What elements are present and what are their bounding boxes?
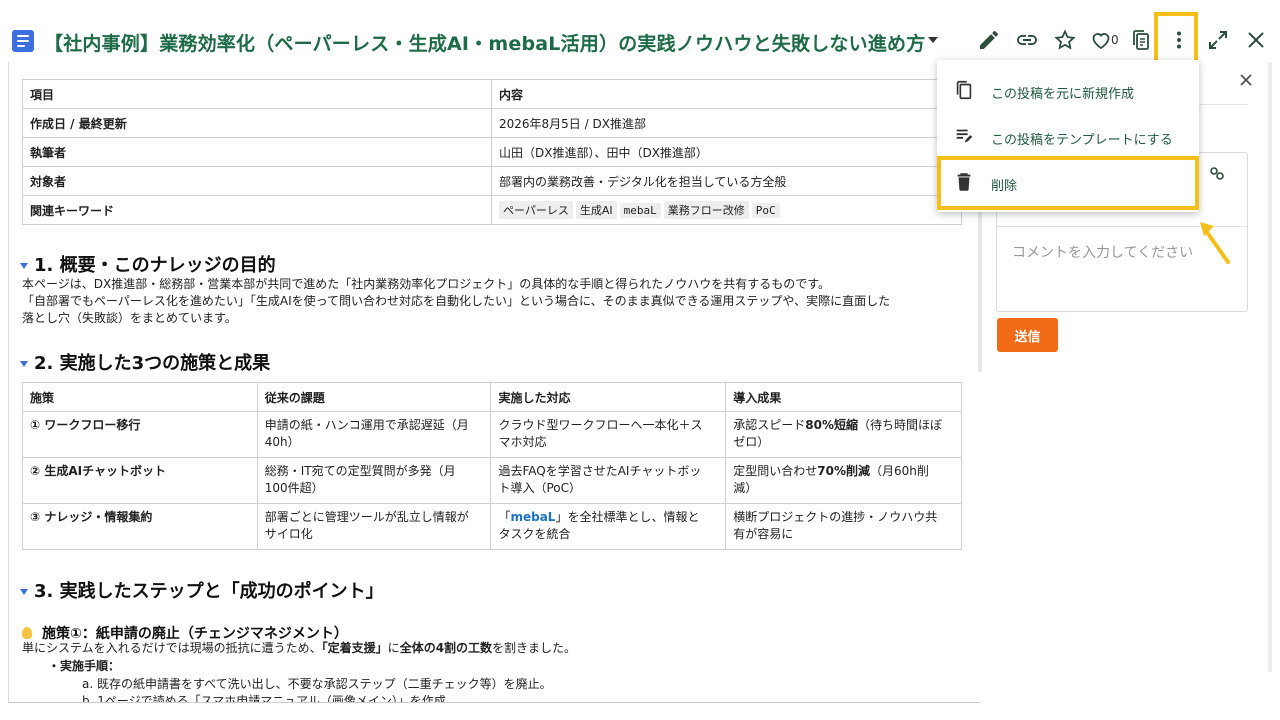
issue-cell: 総務・IT宛ての定型質問が多発（月 100件超） xyxy=(256,457,492,504)
table-row: 対象者 部署内の業務改善・デジタル化を担当している方全般 xyxy=(22,166,962,196)
content-bottom-border xyxy=(8,702,980,703)
keyword-tag[interactable]: 生成AI xyxy=(575,201,617,219)
table-row: 項目 内容 xyxy=(22,79,962,109)
result-cell: 定型問い合わせ70%削減（月60h削 減） xyxy=(725,457,962,504)
comment-link-icon[interactable] xyxy=(1208,164,1226,182)
menu-item-make-template[interactable]: この投稿をテンプレートにする xyxy=(937,114,1199,160)
lightbulb-icon xyxy=(22,627,32,639)
paragraph-line: 落とし穴（失敗談）をまとめています。 xyxy=(22,311,237,325)
issue-cell: 申請の紙・ハンコ運用で承認遅延（月 40h） xyxy=(256,411,492,458)
paragraph-line: 単にシステムを入れるだけでは現場の抵抗に遭うため、「定着支援」に全体の4割の工数… xyxy=(22,641,577,655)
section-heading[interactable]: 3. 実践したステップと「成功のポイント」 xyxy=(20,577,384,603)
steps-label: ・実施手順： xyxy=(48,659,121,673)
section-heading-text: 3. 実践したステップと「成功のポイント」 xyxy=(34,581,384,602)
keyword-tag[interactable]: 業務フロー改修 xyxy=(663,201,749,219)
meta-label: 関連キーワード xyxy=(22,195,492,225)
expand-icon[interactable] xyxy=(1205,27,1231,53)
measure-name: ① ワークフロー移行 xyxy=(22,411,258,458)
link-icon[interactable] xyxy=(1014,27,1040,53)
action-cell: クラウド型ワークフローへ一本化＋ス マホ対応 xyxy=(490,411,727,458)
keyword-tag[interactable]: mebaL xyxy=(619,203,661,218)
copy-icon xyxy=(953,79,975,101)
side-scrollbar[interactable] xyxy=(1268,62,1272,672)
collapse-toggle-icon[interactable] xyxy=(20,263,28,269)
template-icon xyxy=(953,125,975,147)
post-body[interactable]: 項目 内容 作成日 / 最終更新 2026年8月5日 / DX推進部 執筆者 山… xyxy=(8,62,980,702)
send-button[interactable]: 送信 xyxy=(997,318,1058,352)
meta-table: 項目 内容 作成日 / 最終更新 2026年8月5日 / DX推進部 執筆者 山… xyxy=(22,79,962,225)
measures-table: 施策 従来の課題 実施した対応 導入成果 ① ワークフロー移行 申請の紙・ハンコ… xyxy=(22,382,962,550)
result-cell: 承認スピード80%短縮（待ち時間ほぼ ゼロ） xyxy=(725,411,962,458)
step-item: a. 既存の紙申請書をすべて洗い出し、不要な承認ステップ（二重チェック等）を廃止… xyxy=(82,677,552,691)
table-row: 執筆者 山田（DX推進部）、田中（DX推進部） xyxy=(22,137,962,167)
keyword-tag[interactable]: ペーパーレス xyxy=(499,201,573,219)
keyword-tags: ペーパーレス 生成AI mebaL 業務フロー改修 PoC xyxy=(491,195,962,225)
meta-value: 山田（DX推進部）、田中（DX推進部） xyxy=(491,137,962,167)
issue-cell: 部署ごとに管理ツールが乱立し情報が サイロ化 xyxy=(256,503,492,550)
step-item: b. 1ページで読める「スマホ申請マニュアル（画像メイン）」を作成。 xyxy=(82,694,458,702)
table-header-cell: 内容 xyxy=(491,79,962,109)
document-icon xyxy=(12,30,34,52)
action-cell: 過去FAQを学習させたAIチャットボッ ト導入（PoC） xyxy=(490,457,727,504)
collapse-toggle-icon[interactable] xyxy=(20,589,28,595)
more-button-highlight xyxy=(1154,12,1198,66)
action-cell: 「mebaL」を全社標準とし、情報と タスクを統合 xyxy=(490,503,727,550)
section-heading[interactable]: 1. 概要・このナレッジの目的 xyxy=(20,251,276,277)
meta-label: 作成日 / 最終更新 xyxy=(22,108,492,138)
comment-input[interactable]: コメントを入力してください xyxy=(1012,242,1193,262)
section-heading-text: 1. 概要・このナレッジの目的 xyxy=(34,255,276,276)
table-row: 関連キーワード ペーパーレス 生成AI mebaL 業務フロー改修 PoC xyxy=(22,195,962,225)
like-count: 0 xyxy=(1111,33,1119,47)
meta-value: 2026年8月5日 / DX推進部 xyxy=(491,108,962,138)
table-row: ② 生成AIチャットボット 総務・IT宛ての定型質問が多発（月 100件超） 過去… xyxy=(22,457,962,504)
post-header: 【社内事例】業務効率化（ペーパーレス・生成AI・mebaL活用）の実践ノウハウと… xyxy=(0,0,1280,62)
menu-item-create-from-post[interactable]: この投稿を元に新規作成 xyxy=(937,68,1199,114)
delete-highlight xyxy=(937,156,1199,210)
edit-icon[interactable] xyxy=(976,27,1002,53)
side-panel-close-icon[interactable] xyxy=(1236,70,1256,90)
table-row: 作成日 / 最終更新 2026年8月5日 / DX推進部 xyxy=(22,108,962,138)
table-row: ① ワークフロー移行 申請の紙・ハンコ運用で承認遅延（月 40h） クラウド型ワー… xyxy=(22,411,962,458)
paragraph-line: 本ページは、DX推進部・総務部・営業本部が共同で進めた「社内業務効率化プロジェク… xyxy=(22,277,831,291)
title-dropdown-icon[interactable] xyxy=(928,37,938,43)
meta-label: 対象者 xyxy=(22,166,492,196)
mebal-link[interactable]: mebaL xyxy=(510,510,555,524)
copy-icon[interactable] xyxy=(1128,27,1154,53)
table-header-cell: 施策 xyxy=(22,382,258,412)
result-cell: 横断プロジェクトの進捗・ノウハウ共 有が容易に xyxy=(725,503,962,550)
table-header-cell: 項目 xyxy=(22,79,492,109)
table-header-cell: 従来の課題 xyxy=(256,382,492,412)
table-row: 施策 従来の課題 実施した対応 導入成果 xyxy=(22,382,962,412)
meta-label: 執筆者 xyxy=(22,137,492,167)
meta-value: 部署内の業務改善・デジタル化を担当している方全般 xyxy=(491,166,962,196)
star-icon[interactable] xyxy=(1052,27,1078,53)
pointer-arrow-icon xyxy=(1200,222,1230,264)
measure-name: ② 生成AIチャットボット xyxy=(22,457,258,504)
table-row: ③ ナレッジ・情報集約 部署ごとに管理ツールが乱立し情報が サイロ化 「mebaL… xyxy=(22,503,962,550)
table-header-cell: 導入成果 xyxy=(725,382,962,412)
section-heading-text: 2. 実施した3つの施策と成果 xyxy=(34,353,271,374)
collapse-toggle-icon[interactable] xyxy=(20,361,28,367)
menu-item-label: この投稿をテンプレートにする xyxy=(991,133,1173,148)
section-heading[interactable]: 2. 実施した3つの施策と成果 xyxy=(20,349,270,375)
post-title: 【社内事例】業務効率化（ペーパーレス・生成AI・mebaL活用）の実践ノウハウと… xyxy=(44,33,926,55)
keyword-tag[interactable]: PoC xyxy=(751,203,780,218)
menu-item-label: この投稿を元に新規作成 xyxy=(991,87,1135,102)
measure-name: ③ ナレッジ・情報集約 xyxy=(22,503,258,550)
table-header-cell: 実施した対応 xyxy=(490,382,727,412)
paragraph-line: 「自部署でもペーパーレス化を進めたい」「生成AIを使って問い合わせ対応を自動化し… xyxy=(22,294,891,308)
close-icon[interactable] xyxy=(1243,27,1269,53)
